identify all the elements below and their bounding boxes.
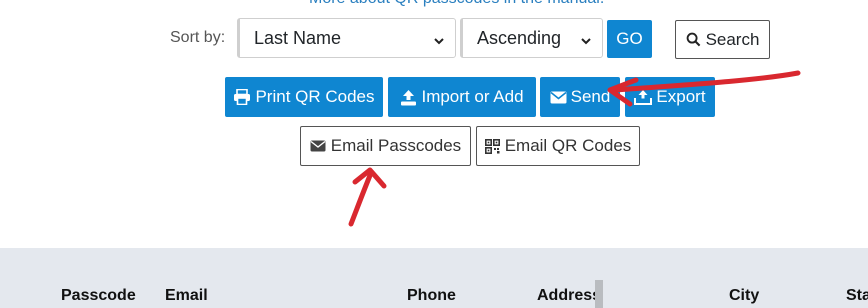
search-icon xyxy=(686,32,701,47)
sort-order-value: Ascending xyxy=(477,27,562,48)
chevron-down-icon xyxy=(580,31,592,45)
go-button-label: GO xyxy=(616,29,643,48)
column-header-phone[interactable]: Phone xyxy=(407,287,456,305)
column-header-email[interactable]: Email xyxy=(165,287,208,305)
envelope-icon xyxy=(310,140,326,152)
export-icon xyxy=(634,89,653,105)
email-qr-codes-button[interactable]: Email QR Codes xyxy=(476,126,640,166)
table-header: Passcode Email Phone Address City Sta xyxy=(0,248,868,308)
qr-code-icon xyxy=(484,138,500,154)
export-label: Export xyxy=(656,87,706,106)
search-button[interactable]: Search xyxy=(675,20,770,59)
chevron-down-icon xyxy=(433,31,445,45)
envelope-icon xyxy=(550,91,567,104)
import-or-add-button[interactable]: Import or Add xyxy=(388,77,536,117)
column-header-address[interactable]: Address xyxy=(537,287,601,305)
email-passcodes-label: Email Passcodes xyxy=(330,136,462,155)
search-button-label: Search xyxy=(705,29,760,49)
email-passcodes-button[interactable]: Email Passcodes xyxy=(300,126,471,166)
export-button[interactable]: Export xyxy=(625,77,715,117)
column-header-city[interactable]: City xyxy=(729,287,759,305)
send-label: Send xyxy=(570,87,611,106)
sort-order-select[interactable]: Ascending xyxy=(460,18,603,58)
go-button[interactable]: GO xyxy=(607,20,652,58)
sort-field-select[interactable]: Last Name xyxy=(237,18,456,58)
column-header-state[interactable]: Sta xyxy=(846,287,868,305)
email-qr-codes-label: Email QR Codes xyxy=(504,136,632,155)
printer-icon xyxy=(233,89,251,105)
sort-field-value: Last Name xyxy=(254,27,342,48)
import-or-add-label: Import or Add xyxy=(421,87,524,106)
sort-by-label: Sort by: xyxy=(170,29,226,46)
print-qr-codes-label: Print QR Codes xyxy=(255,87,375,106)
manual-link[interactable]: More about QR passcodes in the manual. xyxy=(309,0,604,8)
print-qr-codes-button[interactable]: Print QR Codes xyxy=(225,77,383,117)
column-resize-handle[interactable] xyxy=(595,280,603,308)
upload-icon xyxy=(400,89,417,106)
column-header-passcode[interactable]: Passcode xyxy=(61,287,136,305)
send-button[interactable]: Send xyxy=(540,77,620,117)
